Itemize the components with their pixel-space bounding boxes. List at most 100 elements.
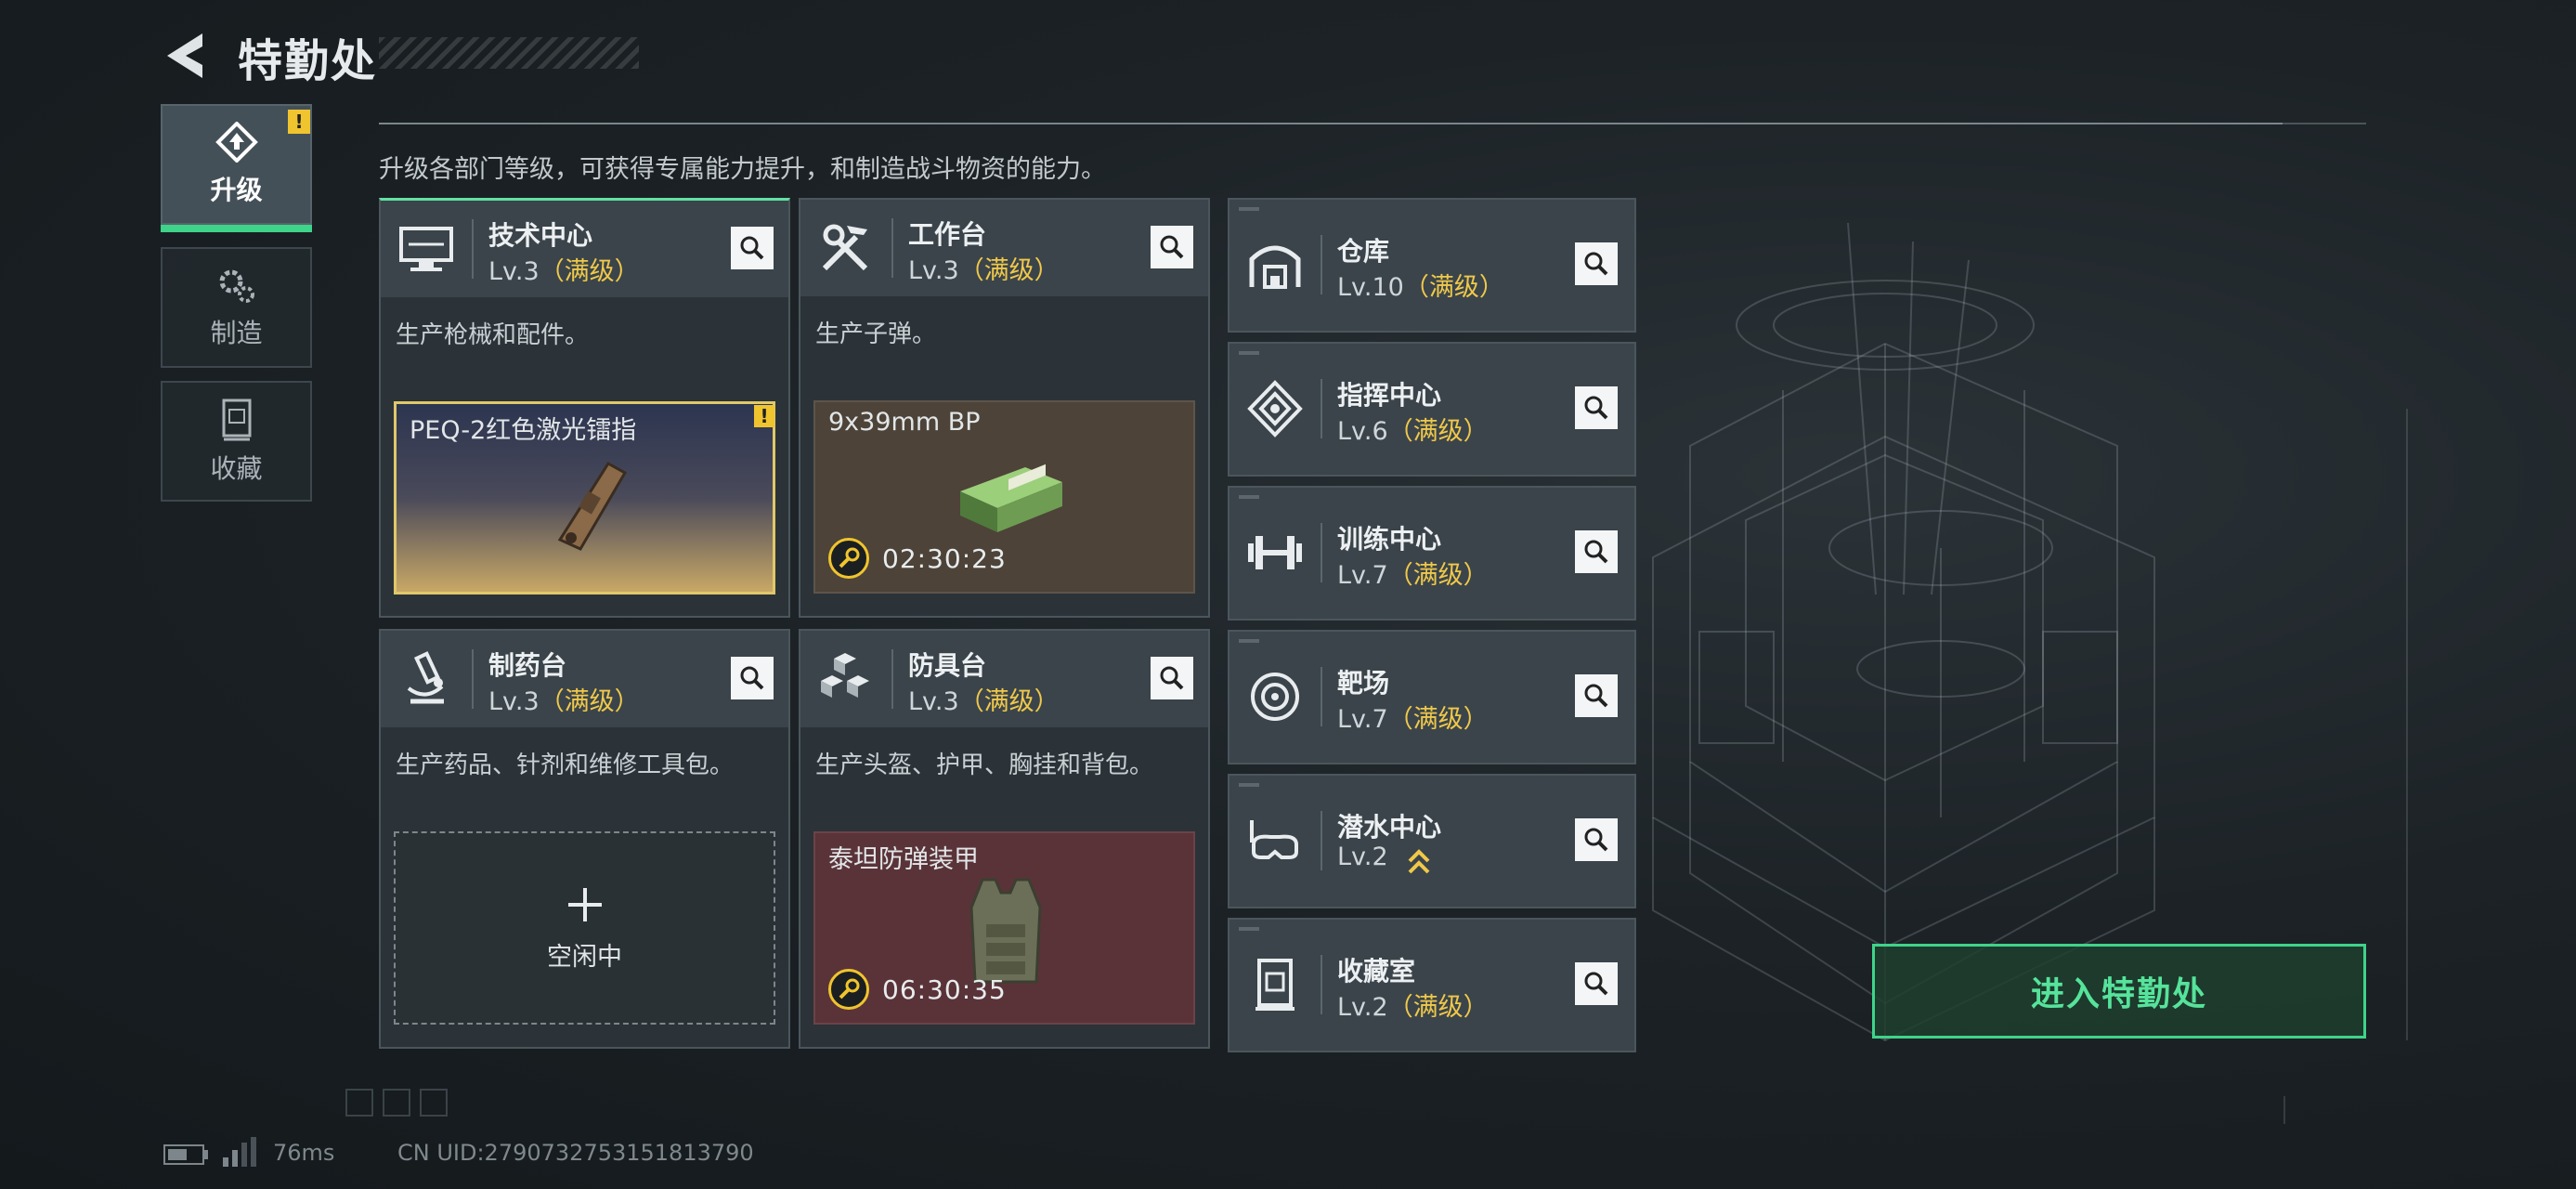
facility-level: Lv.7（满级） xyxy=(1337,561,1489,590)
department-level: Lv.3（满级） xyxy=(488,257,640,286)
production-slot[interactable]: PEQ-2红色激光镭指 xyxy=(394,401,775,594)
slot-item-name: 9x39mm BP xyxy=(828,408,981,437)
microscope-icon xyxy=(407,651,444,704)
facility-level: Lv.6（满级） xyxy=(1337,417,1489,446)
page-title: 特勤处 xyxy=(238,35,378,87)
production-timer: 06:30:35 xyxy=(828,969,1007,1010)
wrench-timer-icon xyxy=(828,538,869,579)
facility-name: 指挥中心 xyxy=(1337,380,1442,411)
search-button[interactable] xyxy=(1575,962,1618,1005)
production-slot[interactable]: 9x39mm BP 02:30:23 xyxy=(813,400,1195,594)
department-description: 生产子弹。 xyxy=(815,320,937,348)
monitor-icon xyxy=(399,227,453,271)
slot-warning-badge: ! xyxy=(754,405,774,427)
magnifier-icon xyxy=(1160,666,1184,690)
department-name: 技术中心 xyxy=(488,220,593,251)
diving-mask-icon xyxy=(1250,820,1298,859)
department-level: Lv.3（满级） xyxy=(908,687,1060,716)
card-header: 制药台 Lv.3（满级） xyxy=(381,631,788,727)
facility-name: 收藏室 xyxy=(1337,956,1416,986)
department-description: 生产药品、针剂和维修工具包。 xyxy=(396,751,735,779)
search-button[interactable] xyxy=(1575,674,1618,717)
facility-level: Lv.10（满级） xyxy=(1337,273,1504,302)
facility-name: 训练中心 xyxy=(1337,524,1442,555)
battery-icon xyxy=(163,1144,204,1165)
decor-square xyxy=(420,1089,448,1117)
search-button[interactable] xyxy=(1575,530,1618,573)
search-button[interactable] xyxy=(731,227,774,269)
collection-room-icon xyxy=(1255,959,1295,1011)
command-icon xyxy=(1247,380,1303,438)
decor-square xyxy=(345,1089,373,1117)
department-card-armor-bench[interactable]: 防具台 Lv.3（满级） 生产头盔、护甲、胸挂和背包。 泰坦防弹装甲 06:30… xyxy=(799,629,1210,1049)
warehouse-icon xyxy=(1249,245,1301,289)
department-name: 工作台 xyxy=(908,219,987,250)
facility-level: Lv.7（满级） xyxy=(1337,705,1489,734)
empty-production-slot[interactable]: 空闲中 xyxy=(394,831,775,1025)
active-tab-indicator xyxy=(161,225,312,232)
target-icon xyxy=(1251,673,1299,721)
enter-special-ops-button[interactable]: 进入特勤处 xyxy=(1872,944,2366,1039)
facility-card-training-center[interactable]: 训练中心 Lv.7（满级） xyxy=(1228,486,1636,621)
laser-sight-item-image xyxy=(557,462,628,551)
tools-icon xyxy=(822,224,868,271)
search-button[interactable] xyxy=(1575,386,1618,429)
department-card-workbench[interactable]: 工作台 Lv.3（满级） 生产子弹。 9x39mm BP 02:30:23 xyxy=(799,198,1210,618)
card-header: 防具台 Lv.3（满级） xyxy=(800,631,1208,727)
search-button[interactable] xyxy=(1151,657,1193,699)
battery-tip xyxy=(204,1150,208,1159)
department-name: 防具台 xyxy=(908,650,987,681)
search-button[interactable] xyxy=(1575,242,1618,285)
search-button[interactable] xyxy=(1575,818,1618,861)
magnifier-icon xyxy=(1584,396,1608,420)
facility-level: Lv.2 xyxy=(1337,843,1388,871)
facility-card-command-center[interactable]: 指挥中心 Lv.6（满级） xyxy=(1228,342,1636,477)
magnifier-icon xyxy=(1584,972,1608,996)
armor-blocks-icon xyxy=(821,653,869,698)
facility-card-shooting-range[interactable]: 靶场 Lv.7（满级） xyxy=(1228,630,1636,764)
facility-card-diving-center[interactable]: 潜水中心 Lv.2 xyxy=(1228,774,1636,908)
department-name: 制药台 xyxy=(488,650,567,681)
warning-badge: ! xyxy=(288,110,310,134)
magnifier-icon xyxy=(1584,684,1608,708)
magnifier-icon xyxy=(1584,252,1608,276)
card-header: 工作台 Lv.3（满级） xyxy=(800,200,1208,296)
facility-card-warehouse[interactable]: 仓库 Lv.10（满级） xyxy=(1228,198,1636,333)
signal-icon xyxy=(223,1137,256,1167)
search-button[interactable] xyxy=(1151,226,1193,268)
wrench-timer-icon xyxy=(828,969,869,1010)
facility-name: 仓库 xyxy=(1337,236,1390,267)
department-card-pharmacy[interactable]: 制药台 Lv.3（满级） 生产药品、针剂和维修工具包。 空闲中 xyxy=(379,629,790,1049)
decor-square xyxy=(383,1089,410,1117)
search-button[interactable] xyxy=(731,657,774,699)
sidebar-tab-collection[interactable]: 收藏 xyxy=(161,381,312,502)
timer-text: 02:30:23 xyxy=(882,542,1007,574)
department-level: Lv.3（满级） xyxy=(488,687,640,716)
facility-card-collection-room[interactable]: 收藏室 Lv.2（满级） xyxy=(1228,918,1636,1052)
collection-icon xyxy=(222,399,251,441)
facility-name: 靶场 xyxy=(1337,668,1390,699)
timer-text: 06:30:35 xyxy=(882,973,1007,1005)
divider xyxy=(379,123,2283,124)
back-arrow-icon[interactable] xyxy=(160,28,215,84)
sidebar-tab-label: 收藏 xyxy=(210,453,263,484)
facility-name: 潜水中心 xyxy=(1337,812,1442,843)
sidebar-tab-label: 升级 xyxy=(210,175,263,205)
upgrade-available-icon xyxy=(1408,849,1430,874)
magnifier-icon xyxy=(1584,540,1608,564)
plus-icon xyxy=(567,887,602,921)
sidebar-tab-craft[interactable]: 制造 xyxy=(161,247,312,368)
department-level: Lv.3（满级） xyxy=(908,256,1060,285)
magnifier-icon xyxy=(1584,828,1608,852)
department-card-tech-center[interactable]: 技术中心 Lv.3（满级） 生产枪械和配件。 PEQ-2红色激光镭指 ! xyxy=(379,198,790,618)
magnifier-icon xyxy=(740,666,764,690)
department-description: 生产头盔、护甲、胸挂和背包。 xyxy=(815,751,1154,779)
gears-icon xyxy=(219,269,254,303)
ammo-box-item-image xyxy=(960,464,1062,532)
production-slot[interactable]: 泰坦防弹装甲 06:30:35 xyxy=(813,831,1195,1025)
magnifier-icon xyxy=(740,236,764,260)
card-header: 技术中心 Lv.3（满级） xyxy=(381,201,788,297)
production-timer: 02:30:23 xyxy=(828,538,1007,579)
idle-label: 空闲中 xyxy=(547,942,622,972)
facility-level: Lv.2（满级） xyxy=(1337,993,1489,1022)
